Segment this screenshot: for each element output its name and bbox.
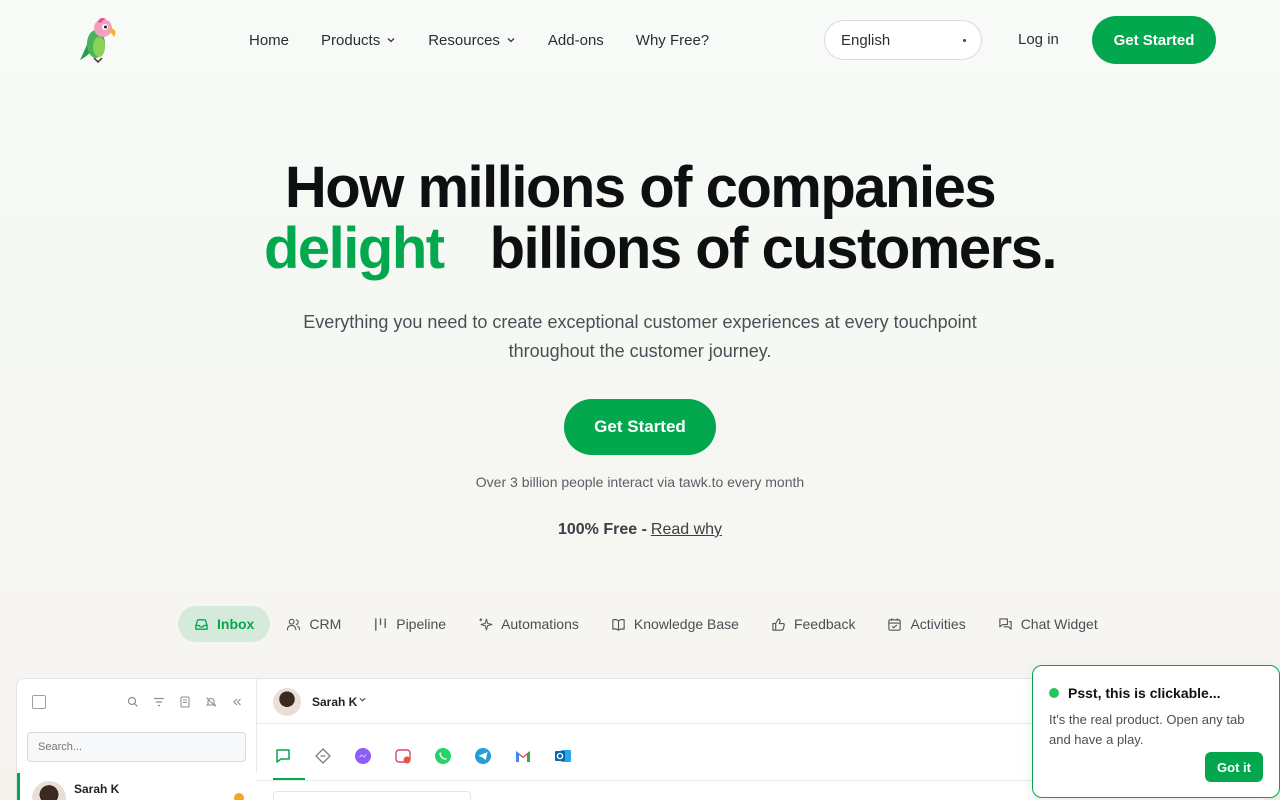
conversation-search-input[interactable] bbox=[27, 732, 246, 762]
status-dot bbox=[1049, 688, 1059, 698]
tab-label: Chat Widget bbox=[1020, 616, 1098, 632]
tab-automations[interactable]: Automations bbox=[462, 606, 595, 642]
tab-label: Knowledge Base bbox=[633, 616, 739, 632]
tab-crm[interactable]: CRM bbox=[270, 606, 357, 642]
chat-icon bbox=[999, 617, 1012, 630]
notes-icon[interactable] bbox=[177, 694, 193, 710]
hero-subtitle: Everything you need to create exceptiona… bbox=[303, 312, 977, 361]
nav-label: Why Free? bbox=[635, 31, 710, 49]
language-value: English bbox=[841, 31, 891, 49]
messenger-icon[interactable] bbox=[353, 746, 373, 766]
read-why-link[interactable]: Read why bbox=[651, 521, 722, 538]
avatar bbox=[32, 781, 66, 800]
hero-title-line1: How millions of companies bbox=[284, 155, 997, 220]
parrot-logo-icon[interactable] bbox=[76, 16, 122, 64]
site-header: Home Products Resources Add-ons Why Free… bbox=[0, 0, 1280, 80]
hero-title-highlight: delight bbox=[264, 216, 445, 281]
book-icon bbox=[612, 618, 625, 631]
collapse-icon[interactable] bbox=[229, 694, 245, 710]
outlook-icon[interactable] bbox=[553, 746, 573, 766]
inbox-icon bbox=[195, 618, 208, 630]
login-link[interactable]: Log in bbox=[1018, 31, 1059, 48]
avatar bbox=[273, 688, 301, 716]
tab-inbox[interactable]: Inbox bbox=[178, 606, 271, 642]
language-select[interactable]: English bbox=[824, 20, 982, 60]
mute-bell-icon[interactable] bbox=[203, 694, 219, 710]
nav-products[interactable]: Products bbox=[321, 31, 396, 49]
hero-title-line2: delight billions of customers. bbox=[264, 216, 1058, 281]
nav-why-free[interactable]: Why Free? bbox=[636, 31, 709, 49]
tab-label: Activities bbox=[910, 616, 966, 632]
free-label: 100% Free - bbox=[557, 521, 647, 538]
chat-icon[interactable] bbox=[273, 746, 293, 766]
hero-title-rest: billions of customers. bbox=[489, 216, 1058, 281]
select-all-checkbox[interactable] bbox=[32, 695, 46, 709]
tab-activities[interactable]: Activities bbox=[871, 606, 981, 642]
calendar-icon bbox=[888, 617, 902, 631]
dropdown-indicator-icon bbox=[963, 39, 966, 42]
got-it-button[interactable]: Got it bbox=[1205, 752, 1263, 782]
chevron-down-icon[interactable] bbox=[358, 695, 367, 704]
nav-label: Products bbox=[321, 31, 381, 49]
nav-label: Add-ons bbox=[547, 31, 604, 49]
tab-label: Inbox bbox=[217, 616, 255, 632]
nav-home[interactable]: Home bbox=[249, 31, 289, 49]
free-statement: 100% Free - Read why bbox=[0, 521, 1280, 539]
chevron-down-icon bbox=[507, 38, 515, 43]
main-nav: Home Products Resources Add-ons Why Free… bbox=[249, 31, 741, 49]
hero-stat-note: Over 3 billion people interact via tawk.… bbox=[475, 474, 805, 490]
ticket-icon[interactable] bbox=[313, 746, 333, 766]
sidebar-toolbar bbox=[125, 694, 245, 710]
tab-knowledge-base[interactable]: Knowledge Base bbox=[595, 606, 755, 642]
clickable-hint-popup: Psst, this is clickable... It's the real… bbox=[1032, 665, 1280, 798]
conversation-name: Sarah K bbox=[74, 782, 120, 796]
inbox-sidebar: Sarah K bbox=[17, 679, 257, 800]
whatsapp-icon[interactable] bbox=[433, 746, 453, 766]
tab-label: CRM bbox=[309, 616, 342, 632]
chevron-down-icon bbox=[387, 38, 395, 43]
nav-add-ons[interactable]: Add-ons bbox=[548, 31, 604, 49]
pipeline-icon bbox=[375, 617, 387, 631]
popup-body: It's the real product. Open any tab and … bbox=[1049, 712, 1245, 747]
tab-label: Pipeline bbox=[396, 616, 447, 632]
conversation-list-item[interactable]: Sarah K bbox=[17, 773, 257, 800]
filter-icon[interactable] bbox=[151, 694, 167, 710]
product-tabs: Inbox CRM Pipeline Automations Knowledge… bbox=[178, 606, 1114, 642]
nav-resources[interactable]: Resources bbox=[428, 31, 516, 49]
hero-get-started-button[interactable]: Get Started bbox=[564, 399, 716, 455]
nav-label: Resources bbox=[428, 31, 500, 49]
message-preview-box bbox=[273, 791, 471, 800]
search-icon[interactable] bbox=[125, 694, 141, 710]
gmail-icon[interactable] bbox=[513, 746, 533, 766]
thumbs-up-icon bbox=[772, 617, 785, 631]
status-dot bbox=[234, 793, 244, 800]
telegram-icon[interactable] bbox=[473, 746, 493, 766]
tab-label: Automations bbox=[501, 616, 579, 632]
users-icon bbox=[287, 618, 301, 630]
instagram-icon[interactable] bbox=[393, 746, 413, 766]
nav-label: Home bbox=[249, 31, 290, 49]
tab-feedback[interactable]: Feedback bbox=[755, 606, 871, 642]
contact-name[interactable]: Sarah K bbox=[312, 695, 357, 709]
sparkle-icon bbox=[479, 617, 493, 630]
channel-tabs bbox=[273, 731, 573, 781]
header-get-started-button[interactable]: Get Started bbox=[1092, 16, 1216, 64]
tab-label: Feedback bbox=[793, 616, 856, 632]
tab-pipeline[interactable]: Pipeline bbox=[357, 606, 462, 642]
tab-chat-widget[interactable]: Chat Widget bbox=[982, 606, 1114, 642]
popup-title: Psst, this is clickable... bbox=[1068, 685, 1221, 701]
